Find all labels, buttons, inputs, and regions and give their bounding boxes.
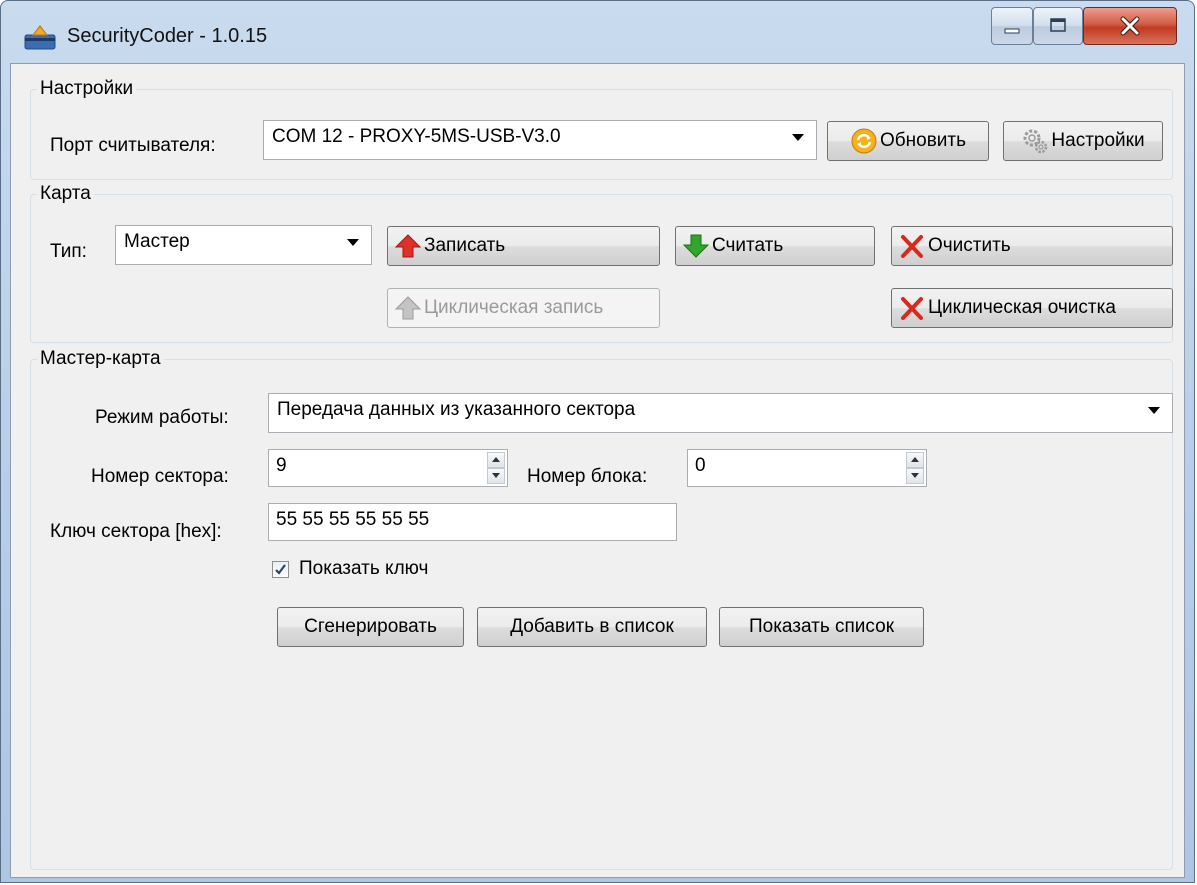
close-button[interactable] [1083,7,1177,45]
block-spin-buttons[interactable] [906,452,924,484]
key-label: Ключ сектора [hex]: [50,521,222,542]
add-to-list-button[interactable]: Добавить в список [477,607,707,647]
master-card-group-legend: Мастер-карта [40,348,161,369]
sector-key-input[interactable]: 55 55 55 55 55 55 [268,503,677,541]
mode-label: Режим работы: [95,407,229,428]
client-area: Настройки Порт считывателя: COM 12 - PRO… [10,63,1185,878]
refresh-button-label: Обновить [879,130,967,151]
settings-button-label: Настройки [1051,130,1145,151]
maximize-icon [1050,18,1066,32]
show-list-button-label: Показать список [748,616,895,637]
sector-number-value: 9 [276,455,287,476]
maximize-button[interactable] [1033,7,1083,45]
arrow-down-icon [682,234,710,258]
read-button[interactable]: Считать [675,226,875,266]
spin-up-icon[interactable] [906,452,924,468]
delete-x-icon [901,235,923,258]
refresh-button[interactable]: Обновить [827,121,989,161]
chevron-down-icon [347,239,359,246]
cyclic-clear-button-label: Циклическая очистка [928,297,1116,318]
gear-icon [1023,129,1048,154]
cyclic-write-button-label: Циклическая запись [424,297,604,318]
cyclic-write-button[interactable]: Циклическая запись [387,288,660,328]
app-window: SecurityCoder - 1.0.15 Настройки Порт сч… [0,0,1195,883]
mode-select-value: Передача данных из указанного сектора [277,399,636,420]
card-writer-app-icon [24,25,56,50]
read-button-label: Считать [712,235,784,256]
window-title: SecurityCoder - 1.0.15 [67,25,268,47]
block-number-value: 0 [695,455,706,476]
sector-label: Номер сектора: [91,466,229,487]
port-label: Порт считывателя: [50,135,216,156]
checkmark-icon [275,564,286,575]
write-button-label: Записать [424,235,506,256]
block-number-spinner[interactable]: 0 [687,449,927,487]
sector-spin-buttons[interactable] [487,452,505,484]
mode-select[interactable]: Передача данных из указанного сектора [268,393,1173,433]
settings-button[interactable]: Настройки [1003,121,1163,161]
add-to-list-button-label: Добавить в список [510,616,674,637]
settings-group-legend: Настройки [40,78,134,99]
generate-button[interactable]: Сгенерировать [277,607,464,647]
card-group-legend: Карта [40,183,91,204]
spin-down-icon[interactable] [487,468,505,484]
port-select-value: COM 12 - PROXY-5MS-USB-V3.0 [272,126,561,147]
cyclic-clear-button[interactable]: Циклическая очистка [891,288,1173,328]
sector-number-spinner[interactable]: 9 [268,449,508,487]
spin-up-icon[interactable] [487,452,505,468]
block-label: Номер блока: [527,466,648,487]
minimize-icon [1004,28,1020,34]
type-select-value: Мастер [124,231,190,252]
clear-button-label: Очистить [928,235,1011,256]
sector-key-value: 55 55 55 55 55 55 [276,509,430,530]
arrow-up-icon [394,296,422,320]
delete-x-icon [901,297,923,320]
generate-button-label: Сгенерировать [304,616,437,637]
clear-button[interactable]: Очистить [891,226,1173,266]
arrow-up-icon [394,234,422,258]
type-label: Тип: [50,241,87,262]
show-key-label[interactable]: Показать ключ [299,558,428,580]
spin-down-icon[interactable] [906,468,924,484]
title-bar[interactable]: SecurityCoder - 1.0.15 [1,1,1194,61]
chevron-down-icon [792,134,804,141]
write-button[interactable]: Записать [387,226,660,266]
minimize-button[interactable] [991,7,1033,45]
refresh-icon [851,128,877,154]
show-key-checkbox[interactable] [272,561,289,578]
port-select[interactable]: COM 12 - PROXY-5MS-USB-V3.0 [263,120,817,160]
type-select[interactable]: Мастер [115,225,372,265]
close-icon [1120,16,1140,36]
chevron-down-icon [1148,407,1160,414]
show-list-button[interactable]: Показать список [719,607,924,647]
